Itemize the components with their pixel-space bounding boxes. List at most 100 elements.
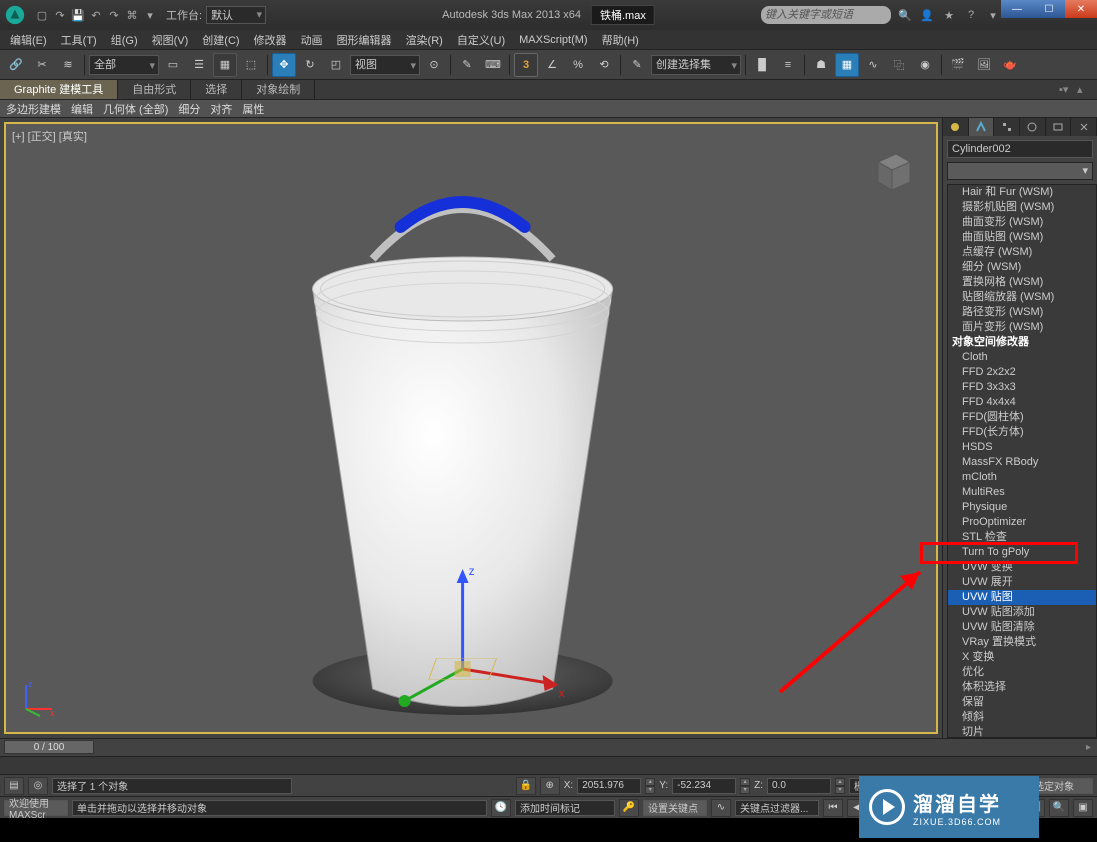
object-name-field[interactable] [947, 140, 1093, 158]
modifier-item[interactable]: 保留 [948, 695, 1096, 710]
selection-filter-combo[interactable]: 全部 [89, 55, 159, 75]
modifier-item[interactable]: 贴图缩放器 (WSM) [948, 290, 1096, 305]
ribbon-sub-geom[interactable]: 几何体 (全部) [103, 101, 168, 117]
menu-help[interactable]: 帮助(H) [596, 30, 645, 50]
select-region-icon[interactable]: ▦ [213, 53, 237, 77]
rendered-frame-icon[interactable]: 🖼 [972, 53, 996, 77]
select-object-icon[interactable]: ▭ [161, 53, 185, 77]
modifier-item[interactable]: 细分 (WSM) [948, 260, 1096, 275]
manipulate-icon[interactable]: ✎ [455, 53, 479, 77]
menu-edit[interactable]: 编辑(E) [4, 30, 53, 50]
add-time-tag[interactable]: 添加时间标记 [515, 800, 615, 816]
modifier-item[interactable]: ProOptimizer [948, 515, 1096, 530]
percent-snap-icon[interactable]: % [566, 53, 590, 77]
graphite-toggle-icon[interactable]: ▦ [835, 53, 859, 77]
menu-rendering[interactable]: 渲染(R) [400, 30, 449, 50]
ribbon-sub-subdiv[interactable]: 细分 [178, 101, 200, 117]
abs-rel-icon[interactable]: ⊕ [540, 777, 560, 795]
key-filters-icon[interactable]: ∿ [711, 799, 731, 817]
modifier-item[interactable]: Cloth [948, 350, 1096, 365]
modifier-item[interactable]: MassFX RBody [948, 455, 1096, 470]
menu-create[interactable]: 创建(C) [196, 30, 245, 50]
modifier-item[interactable]: Hair 和 Fur (WSM) [948, 185, 1096, 200]
window-maximize-button[interactable]: ☐ [1033, 0, 1065, 18]
z-coord-field[interactable]: 0.0 [767, 778, 831, 794]
qat-new-icon[interactable]: ▢ [34, 7, 50, 23]
ribbon-sub-poly[interactable]: 多边形建模 [6, 101, 61, 117]
modifier-item[interactable]: FFD 3x3x3 [948, 380, 1096, 395]
set-key-button[interactable]: 设置关键点 [643, 800, 707, 816]
goto-start-icon[interactable]: ⏮ [823, 799, 843, 817]
workspace-combo[interactable]: 默认 [206, 6, 266, 24]
modifier-item[interactable]: 面片变形 (WSM) [948, 320, 1096, 335]
modifier-item[interactable]: UVW 展开 [948, 575, 1096, 590]
help-icon[interactable]: ? [963, 7, 979, 23]
cmd-tab-display[interactable] [1046, 118, 1072, 136]
modifier-item[interactable]: MultiRes [948, 485, 1096, 500]
viewport-label[interactable]: [+] [正交] [真实] [12, 128, 87, 144]
menu-graph-editors[interactable]: 图形编辑器 [331, 30, 398, 50]
render-icon[interactable]: 🫖 [998, 53, 1022, 77]
menu-views[interactable]: 视图(V) [146, 30, 195, 50]
script-listener-toggle[interactable]: ▤ [4, 777, 24, 795]
modifier-item[interactable]: FFD 4x4x4 [948, 395, 1096, 410]
modifier-item[interactable]: 倾斜 [948, 710, 1096, 725]
modifier-item[interactable]: HSDS [948, 440, 1096, 455]
schematic-view-icon[interactable]: ⿻ [887, 53, 911, 77]
ribbon-sub-edit[interactable]: 编辑 [71, 101, 93, 117]
modifier-item[interactable]: 曲面变形 (WSM) [948, 215, 1096, 230]
cmd-tab-hierarchy[interactable] [994, 118, 1020, 136]
modifier-item[interactable]: UVW 贴图添加 [948, 605, 1096, 620]
viewcube[interactable] [866, 144, 916, 194]
align-icon[interactable]: ≡ [776, 53, 800, 77]
modifier-item[interactable]: Turn To gPoly [948, 545, 1096, 560]
qat-undo-icon[interactable]: ↶ [88, 7, 104, 23]
x-spinner[interactable]: ▴▾ [645, 778, 655, 794]
modifier-item[interactable]: VRay 置换模式 [948, 635, 1096, 650]
qat-more-icon[interactable]: ▾ [142, 7, 158, 23]
modifier-item[interactable]: 置换网格 (WSM) [948, 275, 1096, 290]
qat-open-icon[interactable]: ↷ [52, 7, 68, 23]
window-close-button[interactable]: ✕ [1065, 0, 1097, 18]
modifier-item[interactable]: Physique [948, 500, 1096, 515]
qat-save-icon[interactable]: 💾 [70, 7, 86, 23]
menu-animation[interactable]: 动画 [295, 30, 329, 50]
cmd-tab-modify[interactable] [969, 118, 995, 136]
unlink-icon[interactable]: ✂ [30, 53, 54, 77]
cmd-tab-utilities[interactable] [1071, 118, 1097, 136]
modifier-item[interactable]: UVW 贴图 [948, 590, 1096, 605]
mirror-icon[interactable]: ▐▌ [750, 53, 774, 77]
menu-group[interactable]: 组(G) [105, 30, 144, 50]
menu-customize[interactable]: 自定义(U) [451, 30, 511, 50]
x-coord-field[interactable]: 2051.976 [577, 778, 641, 794]
isolate-toggle[interactable]: ◎ [28, 777, 48, 795]
modifier-item[interactable]: 对象空间修改器 [948, 335, 1096, 350]
key-filters-button[interactable]: 关键点过滤器... [735, 800, 819, 816]
cmd-tab-motion[interactable] [1020, 118, 1046, 136]
modifier-item[interactable]: 体积选择 [948, 680, 1096, 695]
angle-snap-icon[interactable]: ∠ [540, 53, 564, 77]
ribbon-pin-icon[interactable]: ▪▾ [1059, 83, 1073, 97]
curve-editor-icon[interactable]: ∿ [861, 53, 885, 77]
modifier-item[interactable]: X 变换 [948, 650, 1096, 665]
cmd-tab-create[interactable] [943, 118, 969, 136]
time-slider-bar[interactable]: 0 / 100 ▸ [0, 738, 1097, 756]
ribbon-sub-props[interactable]: 属性 [242, 101, 264, 117]
select-by-name-icon[interactable]: ☰ [187, 53, 211, 77]
snap-toggle-3-icon[interactable]: 3 [514, 53, 538, 77]
lock-selection-icon[interactable]: 🔒 [516, 777, 536, 795]
z-spinner[interactable]: ▴▾ [835, 778, 845, 794]
modifier-item[interactable]: 曲面贴图 (WSM) [948, 230, 1096, 245]
maxscript-mini-listener[interactable]: 欢迎使用 MAXScr [4, 800, 68, 816]
modifier-item[interactable]: FFD(长方体) [948, 425, 1096, 440]
modifier-item[interactable]: 优化 [948, 665, 1096, 680]
ribbon-tab-selection[interactable]: 选择 [191, 80, 242, 99]
favorites-icon[interactable]: ★ [941, 7, 957, 23]
window-crossing-icon[interactable]: ⬚ [239, 53, 263, 77]
y-spinner[interactable]: ▴▾ [740, 778, 750, 794]
keyboard-shortcut-icon[interactable]: ⌨ [481, 53, 505, 77]
window-minimize-button[interactable]: — [1001, 0, 1033, 18]
modifier-item[interactable]: mCloth [948, 470, 1096, 485]
time-slider-thumb[interactable]: 0 / 100 [4, 740, 94, 754]
named-sel-combo[interactable]: 创建选择集 [651, 55, 741, 75]
